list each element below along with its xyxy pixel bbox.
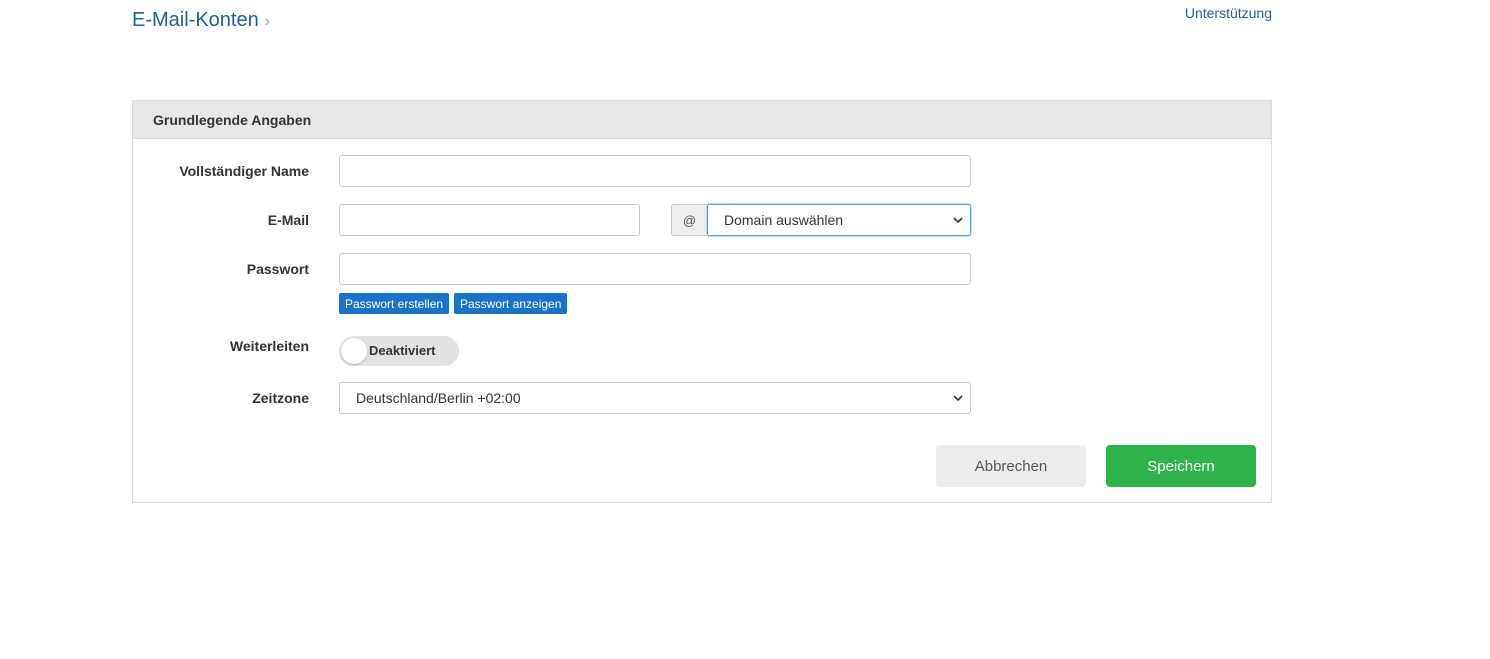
forwarding-state-label: Deaktiviert [369, 343, 436, 358]
password-input[interactable] [339, 253, 971, 285]
page: E-Mail-Konten › Unterstützung Grundlegen… [0, 0, 1490, 659]
forwarding-toggle[interactable]: Deaktiviert [339, 336, 459, 366]
at-sign-addon: @ [671, 204, 707, 236]
save-button[interactable]: Speichern [1106, 445, 1256, 487]
breadcrumb-email-accounts[interactable]: E-Mail-Konten [132, 9, 259, 32]
chevron-down-icon [952, 214, 964, 226]
timezone-select[interactable]: Deutschland/Berlin +02:00 [339, 382, 971, 414]
at-sign-label: @ [682, 212, 697, 228]
support-link[interactable]: Unterstützung [1185, 5, 1272, 21]
chevron-down-icon [952, 392, 964, 404]
timezone-label: Zeitzone [252, 390, 309, 406]
email-local-input[interactable] [339, 204, 640, 236]
timezone-select-value: Deutschland/Berlin +02:00 [356, 390, 521, 406]
show-password-button[interactable]: Passwort anzeigen [454, 293, 568, 314]
forwarding-label: Weiterleiten [229, 338, 309, 354]
chevron-right-icon: › [264, 13, 271, 30]
domain-select[interactable]: Domain auswählen [707, 204, 971, 236]
cancel-button[interactable]: Abbrechen [936, 445, 1086, 487]
breadcrumb: E-Mail-Konten › [132, 9, 270, 32]
generate-password-button[interactable]: Passwort erstellen [339, 293, 450, 314]
toggle-knob [341, 338, 367, 364]
panel-title: Grundlegende Angaben [153, 111, 312, 128]
basic-info-panel: Grundlegende Angaben Vollständiger Name … [132, 100, 1272, 503]
panel-header: Grundlegende Angaben [133, 101, 1271, 139]
email-label: E-Mail [267, 212, 309, 228]
domain-select-value: Domain auswählen [724, 212, 844, 228]
password-label: Passwort [246, 261, 309, 277]
full-name-label: Vollständiger Name [179, 163, 309, 179]
full-name-input[interactable] [339, 155, 971, 187]
